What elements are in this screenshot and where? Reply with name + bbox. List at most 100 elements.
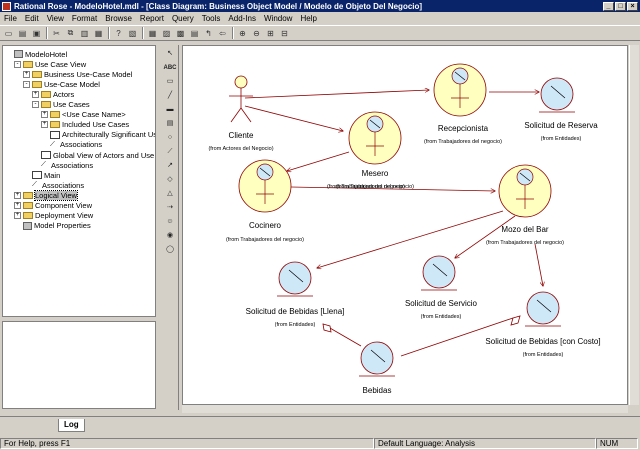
browse-interaction-icon[interactable]: ▨: [160, 27, 173, 40]
view-doc-icon[interactable]: ▧: [126, 27, 139, 40]
interface-icon[interactable]: ○: [163, 132, 177, 144]
menu-view[interactable]: View: [43, 14, 68, 23]
worker-mozo-del-bar[interactable]: Mozo del Bar (from Trabajadores del nego…: [486, 164, 564, 246]
zoom-out-icon[interactable]: ⊖: [250, 27, 263, 40]
link-cliente-mesero[interactable]: [244, 105, 343, 131]
tree-item[interactable]: - Use Case View: [14, 59, 86, 69]
cut-icon[interactable]: ✂: [50, 27, 63, 40]
association-icon[interactable]: ⟋: [163, 146, 177, 158]
actor-cliente[interactable]: Cliente (from Actores del Negocio): [208, 75, 274, 152]
print-icon[interactable]: ▦: [92, 27, 105, 40]
browse-previous-icon[interactable]: ⇦: [216, 27, 229, 40]
business-entity-icon[interactable]: ◯: [163, 244, 177, 256]
entity-solicitud-de-servicio[interactable]: Solicitud de Servicio (from Entidades): [405, 255, 478, 320]
collapse-icon[interactable]: -: [23, 80, 30, 88]
horizontal-scrollbar[interactable]: [182, 405, 628, 413]
link-mozo-llena[interactable]: [317, 210, 504, 268]
browse-parent-icon[interactable]: ↰: [202, 27, 215, 40]
expand-icon[interactable]: +: [23, 70, 30, 78]
browse-class-icon[interactable]: ▦: [146, 27, 159, 40]
link-cliente-recepcionista[interactable]: [244, 90, 429, 99]
close-button[interactable]: ×: [627, 1, 638, 11]
vertical-scrollbar[interactable]: [629, 45, 639, 405]
paste-icon[interactable]: ▥: [78, 27, 91, 40]
link-mozo-costo[interactable]: [534, 243, 543, 286]
tree-item[interactable]: - Use Cases: [32, 100, 90, 110]
menu-format[interactable]: Format: [68, 14, 101, 23]
tree-item[interactable]: Model Properties: [14, 221, 91, 231]
collapse-icon[interactable]: -: [14, 60, 21, 68]
expand-icon[interactable]: +: [41, 111, 48, 119]
tree-item[interactable]: Architecturally Significant Us: [41, 130, 155, 140]
entity-solicitud-de-bebidas-con-costo[interactable]: Solicitud de Bebidas [con Costo] (from E…: [485, 291, 601, 358]
worker-cocinero[interactable]: Cocinero (from Trabajadores del negocio): [226, 159, 304, 243]
business-actor-icon[interactable]: ☺: [163, 216, 177, 228]
tree-item[interactable]: ⟋ Associations: [41, 140, 102, 150]
menu-report[interactable]: Report: [136, 14, 168, 23]
browse-component-icon[interactable]: ▩: [174, 27, 187, 40]
tree-item[interactable]: + Component View: [14, 201, 92, 211]
documentation-window[interactable]: [2, 321, 156, 409]
log-tab[interactable]: Log: [58, 419, 85, 432]
app-icon[interactable]: [2, 1, 11, 11]
anchor-icon[interactable]: ╱: [163, 90, 177, 102]
entity-bebidas[interactable]: Bebidas: [359, 341, 395, 395]
entity-solicitud-de-reserva[interactable]: Solicitud de Reserva (from Entidades): [524, 77, 598, 142]
minimize-button[interactable]: _: [603, 1, 614, 11]
tree-item[interactable]: + Included Use Cases: [41, 120, 129, 130]
class-icon[interactable]: ▤: [163, 118, 177, 130]
fit-window-icon[interactable]: ⊞: [264, 27, 277, 40]
tree-item[interactable]: + Business Use-Case Model: [23, 69, 132, 79]
note-icon[interactable]: ▭: [163, 76, 177, 88]
link-mozo-servicio[interactable]: [455, 215, 516, 258]
menu-add-ins[interactable]: Add-Ins: [224, 14, 260, 23]
generalization-icon[interactable]: △: [163, 188, 177, 200]
class-diagram-canvas[interactable]: (from Trabajadores del negocio) Cliente …: [182, 45, 628, 405]
tree-item[interactable]: - Use-Case Model: [23, 79, 100, 89]
business-worker-icon[interactable]: ◉: [163, 230, 177, 242]
tree-item[interactable]: + <Use Case Name>: [41, 110, 126, 120]
select-icon[interactable]: ↖: [163, 48, 177, 60]
expand-icon[interactable]: +: [14, 212, 21, 220]
tree-item[interactable]: Global View of Actors and Use C: [32, 150, 155, 160]
collapse-icon[interactable]: -: [32, 101, 39, 108]
browse-deployment-icon[interactable]: ▤: [188, 27, 201, 40]
menu-edit[interactable]: Edit: [21, 14, 43, 23]
text-tool-icon[interactable]: ABC: [163, 62, 177, 74]
expand-icon[interactable]: +: [14, 191, 21, 199]
maximize-button[interactable]: □: [615, 1, 626, 11]
open-icon[interactable]: ▤: [16, 27, 29, 40]
model-browser[interactable]: ModeloHotel - Use Case View + Business Use-C…: [2, 45, 156, 317]
tree-item[interactable]: ModeloHotel: [5, 49, 67, 59]
entity-solicitud-de-bebidas-llena[interactable]: Solicitud de Bebidas [Llena] (from Entid…: [246, 261, 345, 328]
tree-item[interactable]: ⟋ Associations: [23, 180, 84, 190]
worker-mesero[interactable]: Mesero (from Trabajadores del negocio): [336, 111, 414, 190]
tree-item[interactable]: Main: [23, 170, 60, 180]
menu-window[interactable]: Window: [260, 14, 296, 23]
worker-recepcionista[interactable]: Recepcionista (from Trabajadores del neg…: [424, 63, 502, 145]
menu-query[interactable]: Query: [168, 14, 198, 23]
menu-browse[interactable]: Browse: [101, 14, 136, 23]
menu-file[interactable]: File: [0, 14, 21, 23]
worker-from: (from Trabajadores del negocio): [336, 184, 414, 190]
tree-item[interactable]: + Logical View: [14, 189, 78, 201]
menu-tools[interactable]: Tools: [198, 14, 225, 23]
package-icon[interactable]: ▬: [163, 104, 177, 116]
tree-item[interactable]: + Actors: [32, 89, 74, 99]
expand-icon[interactable]: +: [32, 90, 39, 98]
copy-icon[interactable]: ⧉: [64, 27, 77, 40]
menu-help[interactable]: Help: [296, 14, 320, 23]
expand-icon[interactable]: +: [41, 121, 48, 129]
aggregation-icon[interactable]: ◇: [163, 174, 177, 186]
zoom-in-icon[interactable]: ⊕: [236, 27, 249, 40]
new-icon[interactable]: ▭: [2, 27, 15, 40]
realize-icon[interactable]: ⇢: [163, 202, 177, 214]
undo-fit-icon[interactable]: ⊟: [278, 27, 291, 40]
expand-icon[interactable]: +: [14, 202, 21, 209]
tree-item[interactable]: + Deployment View: [14, 211, 93, 221]
unidirectional-icon[interactable]: ↗: [163, 160, 177, 172]
context-help-icon[interactable]: ?: [112, 27, 125, 40]
link-mesero-cocinero[interactable]: [287, 151, 350, 171]
save-icon[interactable]: ▣: [30, 27, 43, 40]
tree-item[interactable]: ⟋ Associations: [32, 160, 93, 170]
